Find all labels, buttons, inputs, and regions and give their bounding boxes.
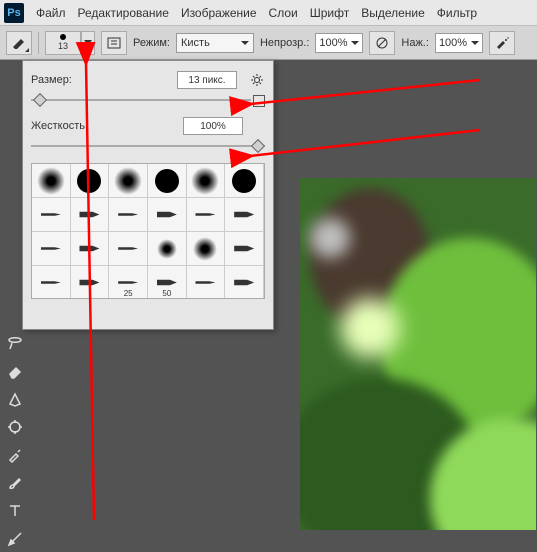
menu-layers[interactable]: Слои [269, 6, 298, 20]
preset-hard-3[interactable] [225, 164, 264, 198]
brush-preset-dropdown[interactable] [81, 31, 95, 55]
brush-settings-panel: Размер: 13 пикс. Жесткость: 100% [22, 60, 274, 330]
size-input[interactable]: 13 пикс. [177, 71, 237, 89]
preset-tip-1[interactable] [32, 198, 71, 232]
brush-size-number: 13 [58, 41, 68, 51]
preset-tip-2[interactable] [71, 198, 110, 232]
flow-label: Наж.: [401, 37, 429, 49]
mode-label: Режим: [133, 37, 170, 49]
airbrush-icon[interactable] [489, 31, 515, 55]
menu-file[interactable]: Файл [36, 6, 66, 20]
flow-input[interactable]: 100% [435, 33, 483, 53]
preset-tip-6[interactable] [225, 198, 264, 232]
hardness-label: Жесткость: [31, 120, 88, 132]
preset-tip-10[interactable] [225, 232, 264, 266]
menu-edit[interactable]: Редактирование [78, 6, 169, 20]
tool-text[interactable] [2, 498, 28, 524]
preset-tip-5[interactable] [187, 198, 226, 232]
size-label: Размер: [31, 74, 72, 86]
opacity-input[interactable]: 100% [315, 33, 363, 53]
preset-tip-14[interactable]: 50 [148, 266, 187, 299]
tool-spot[interactable] [2, 414, 28, 440]
preset-soft-3[interactable] [187, 164, 226, 198]
preset-soft-5[interactable] [187, 232, 226, 266]
tool-pen[interactable] [2, 386, 28, 412]
preset-tip-3[interactable] [109, 198, 148, 232]
app-logo: Ps [4, 3, 24, 23]
tool-brush[interactable] [2, 470, 28, 496]
menu-type[interactable]: Шрифт [310, 6, 349, 20]
hardness-slider[interactable] [31, 139, 265, 153]
preset-hard-2[interactable] [148, 164, 187, 198]
preset-tip-16[interactable] [225, 266, 264, 299]
options-bar: 13 Режим: Кисть Непрозр.: 100% Наж.: 100… [0, 26, 537, 60]
preset-tip-12[interactable] [71, 266, 110, 299]
preset-tip-15[interactable] [187, 266, 226, 299]
opacity-label: Непрозр.: [260, 37, 309, 49]
mode-select[interactable]: Кисть [176, 33, 254, 53]
tool-eraser[interactable] [2, 358, 28, 384]
preset-tip-8[interactable] [71, 232, 110, 266]
preset-tip-4[interactable] [148, 198, 187, 232]
gear-icon[interactable] [249, 72, 265, 88]
menu-select[interactable]: Выделение [361, 6, 425, 20]
preset-tip-11[interactable] [32, 266, 71, 299]
menu-filter[interactable]: Фильтр [437, 6, 477, 20]
preset-tip-7[interactable] [32, 232, 71, 266]
preset-tip-9[interactable] [109, 232, 148, 266]
size-slider[interactable] [31, 93, 265, 107]
preset-hard-1[interactable] [71, 164, 110, 198]
document-canvas[interactable] [300, 178, 536, 530]
preset-soft-2[interactable] [109, 164, 148, 198]
new-preset-icon[interactable] [253, 95, 265, 107]
preset-soft-4[interactable] [148, 232, 187, 266]
menubar: Ps Файл Редактирование Изображение Слои … [0, 0, 537, 26]
hardness-input[interactable]: 100% [183, 117, 243, 135]
menu-image[interactable]: Изображение [181, 6, 257, 20]
pressure-opacity-icon[interactable] [369, 31, 395, 55]
tool-path[interactable] [2, 526, 28, 552]
brush-panel-toggle[interactable] [101, 31, 127, 55]
preset-tip-13[interactable]: 25 [109, 266, 148, 299]
tool-lasso[interactable] [2, 330, 28, 356]
brush-presets-grid: 25 50 [31, 163, 265, 299]
preset-soft-1[interactable] [32, 164, 71, 198]
brush-preset-picker[interactable]: 13 [45, 31, 81, 55]
tool-preset-picker[interactable] [6, 31, 32, 55]
tool-eyedropper[interactable] [2, 442, 28, 468]
